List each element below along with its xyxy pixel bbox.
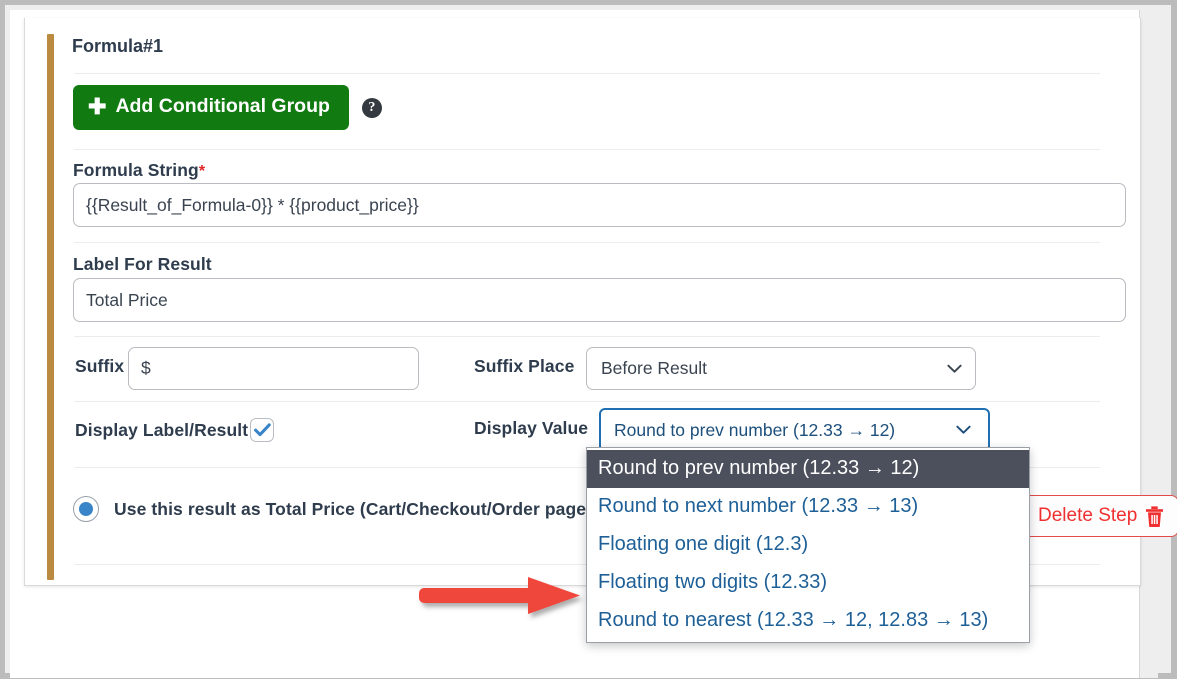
- question-mark-icon[interactable]: ?: [361, 97, 382, 118]
- display-value-current: Round to prev number (12.33 → 12): [614, 419, 896, 440]
- delete-step-label: Delete Step: [1038, 505, 1138, 526]
- suffix-place-value: Before Result: [601, 358, 708, 378]
- page-right-gutter: [1139, 10, 1158, 678]
- add-conditional-group-button[interactable]: ✚ Add Conditional Group: [73, 85, 349, 130]
- dropdown-option[interactable]: Floating one digit (12.3): [587, 526, 1029, 564]
- divider: [74, 149, 1100, 150]
- delete-step-button[interactable]: Delete Step: [1023, 495, 1177, 537]
- dropdown-option[interactable]: Round to next number (12.33 → 13): [587, 488, 1029, 526]
- divider: [74, 336, 1100, 337]
- total-price-radio[interactable]: [73, 496, 99, 522]
- red-arrow: [419, 577, 580, 614]
- page-title: Formula#1: [72, 36, 164, 56]
- label-for-result-input[interactable]: [73, 278, 1126, 322]
- chevron-down-icon: [947, 364, 962, 373]
- plus-icon: ✚: [88, 94, 107, 119]
- required-asterisk: *: [198, 163, 206, 180]
- display-value-select[interactable]: Round to prev number (12.33 → 12): [599, 408, 990, 452]
- card-accent-bar: [47, 34, 54, 580]
- divider: [74, 242, 1100, 243]
- page-canvas: Formula#1 ✚ Add Conditional Group ? Form…: [10, 10, 1177, 678]
- formula-string-input[interactable]: [73, 183, 1126, 227]
- chevron-down-icon: [956, 425, 971, 434]
- dropdown-option[interactable]: Floating two digits (12.33): [587, 564, 1029, 602]
- total-price-option-label: Use this result as Total Price (Cart/Che…: [114, 498, 593, 519]
- divider: [74, 73, 1100, 74]
- browser-frame: Formula#1 ✚ Add Conditional Group ? Form…: [0, 0, 1177, 679]
- suffix-place-select[interactable]: Before Result: [586, 347, 976, 390]
- suffix-label: Suffix: [75, 356, 125, 376]
- formula-string-label: Formula String: [73, 160, 199, 180]
- dropdown-option[interactable]: Round to prev number (12.33 → 12): [587, 450, 1029, 488]
- label-for-result-label: Label For Result: [73, 254, 212, 274]
- display-value-dropdown-list[interactable]: Round to prev number (12.33 → 12) Round …: [586, 447, 1030, 643]
- trash-icon: [1146, 505, 1164, 527]
- divider: [74, 401, 1100, 402]
- check-icon: [253, 423, 271, 437]
- suffix-place-label: Suffix Place: [474, 356, 575, 376]
- display-label-result-label: Display Label/Result: [75, 419, 249, 440]
- display-label-result-checkbox[interactable]: [250, 418, 275, 442]
- radio-dot: [79, 502, 93, 516]
- suffix-input[interactable]: [128, 347, 419, 390]
- dropdown-option[interactable]: Round to nearest (12.33 → 12, 12.83 → 13…: [587, 602, 1029, 640]
- display-value-label: Display Value: [474, 418, 589, 438]
- add-conditional-group-label: Add Conditional Group: [115, 95, 330, 118]
